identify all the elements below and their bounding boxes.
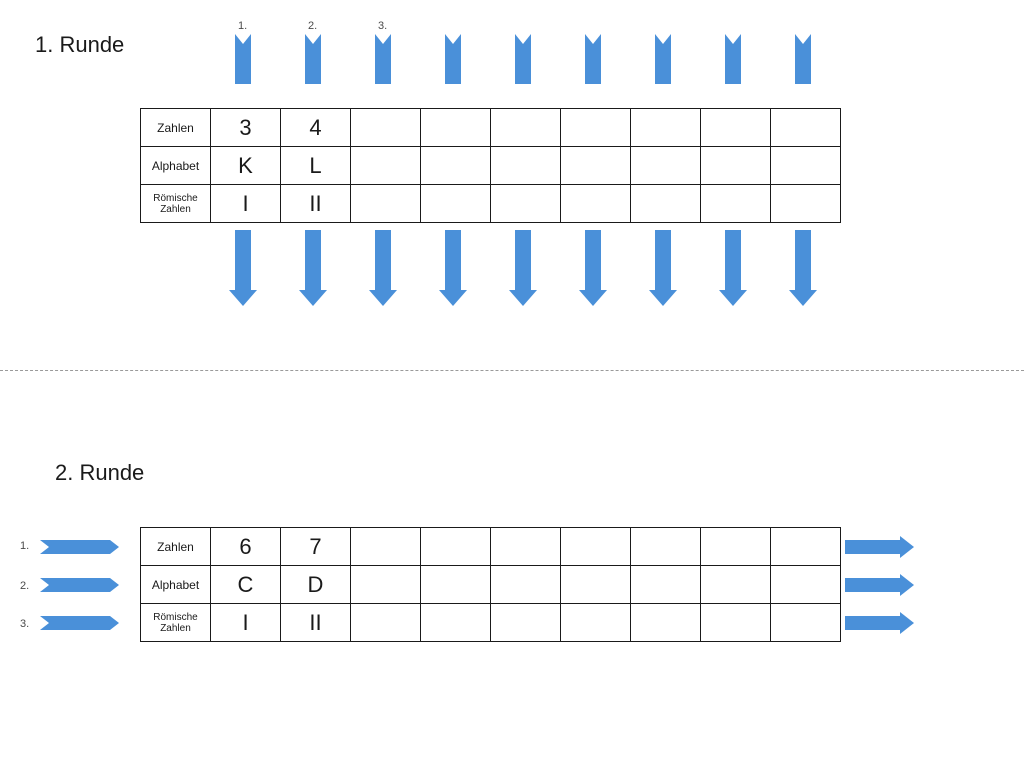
table-cell	[421, 528, 491, 566]
round2-left-num-1: 1.	[20, 540, 29, 552]
round1-out-arrow	[515, 230, 531, 290]
table-cell	[701, 147, 771, 185]
round2-row1-header: Zahlen	[141, 528, 211, 566]
round2-left-num-3: 3.	[20, 618, 29, 630]
table-cell	[631, 604, 701, 642]
table-cell	[771, 528, 841, 566]
round1-in-arrow	[235, 34, 251, 84]
table-cell	[491, 185, 561, 223]
table-cell	[351, 528, 421, 566]
table-cell	[701, 528, 771, 566]
table-cell: C	[211, 566, 281, 604]
round2-row3-header: RömischeZahlen	[141, 604, 211, 642]
round1-in-arrow	[725, 34, 741, 84]
round1-in-arrow	[375, 34, 391, 84]
round1-row2-header: Alphabet	[141, 147, 211, 185]
round2-in-arrow	[40, 578, 110, 592]
round1-title: 1. Runde	[35, 32, 124, 58]
table-cell	[561, 185, 631, 223]
table-cell	[491, 528, 561, 566]
table-cell	[421, 566, 491, 604]
table-cell: 3	[211, 109, 281, 147]
table-cell	[561, 109, 631, 147]
round2-table: Zahlen 6 7 Alphabet C D RömischeZahlen I…	[140, 527, 841, 642]
table-cell	[561, 566, 631, 604]
round2-row2-header: Alphabet	[141, 566, 211, 604]
round1-in-arrow	[515, 34, 531, 84]
table-cell: 7	[281, 528, 351, 566]
table-cell: 4	[281, 109, 351, 147]
table-cell	[421, 185, 491, 223]
section-divider	[0, 370, 1024, 371]
table-cell	[351, 147, 421, 185]
table-cell	[631, 109, 701, 147]
round1-out-arrow	[445, 230, 461, 290]
round1-row3-header: RömischeZahlen	[141, 185, 211, 223]
table-cell	[421, 109, 491, 147]
table-cell: II	[281, 185, 351, 223]
table-cell	[631, 147, 701, 185]
table-cell	[561, 528, 631, 566]
table-cell	[491, 147, 561, 185]
table-cell	[631, 528, 701, 566]
round1-out-arrow	[795, 230, 811, 290]
table-cell	[421, 147, 491, 185]
table-cell: 6	[211, 528, 281, 566]
table-cell: L	[281, 147, 351, 185]
table-cell	[631, 185, 701, 223]
round1-in-arrow	[445, 34, 461, 84]
table-cell: I	[211, 185, 281, 223]
round1-out-arrow	[305, 230, 321, 290]
table-cell	[491, 109, 561, 147]
table-cell: II	[281, 604, 351, 642]
table-cell	[351, 109, 421, 147]
table-cell: I	[211, 604, 281, 642]
round1-top-num-2: 2.	[308, 20, 317, 32]
round1-out-arrow	[585, 230, 601, 290]
table-cell	[771, 147, 841, 185]
round1-out-arrow	[725, 230, 741, 290]
table-cell	[701, 185, 771, 223]
round1-in-arrow	[585, 34, 601, 84]
round1-top-num-3: 3.	[378, 20, 387, 32]
round1-top-num-1: 1.	[238, 20, 247, 32]
table-cell	[351, 566, 421, 604]
table-cell: K	[211, 147, 281, 185]
table-cell	[701, 604, 771, 642]
table-cell	[771, 185, 841, 223]
table-cell: D	[281, 566, 351, 604]
table-cell	[701, 109, 771, 147]
round1-row1-header: Zahlen	[141, 109, 211, 147]
round2-out-arrow	[845, 540, 900, 554]
table-cell	[421, 604, 491, 642]
table-cell	[491, 604, 561, 642]
round2-in-arrow	[40, 540, 110, 554]
round2-out-arrow	[845, 616, 900, 630]
round1-in-arrow	[655, 34, 671, 84]
round2-out-arrow	[845, 578, 900, 592]
table-cell	[771, 109, 841, 147]
table-cell	[351, 604, 421, 642]
table-cell	[561, 147, 631, 185]
round2-title: 2. Runde	[55, 460, 144, 486]
round1-out-arrow	[655, 230, 671, 290]
table-cell	[561, 604, 631, 642]
table-cell	[771, 566, 841, 604]
round1-in-arrow	[305, 34, 321, 84]
round1-out-arrow	[235, 230, 251, 290]
table-cell	[771, 604, 841, 642]
round1-out-arrow	[375, 230, 391, 290]
table-cell	[701, 566, 771, 604]
round2-left-num-2: 2.	[20, 580, 29, 592]
table-cell	[491, 566, 561, 604]
round1-in-arrow	[795, 34, 811, 84]
round2-in-arrow	[40, 616, 110, 630]
table-cell	[631, 566, 701, 604]
table-cell	[351, 185, 421, 223]
round1-table: Zahlen 3 4 Alphabet K L RömischeZahlen I…	[140, 108, 841, 223]
